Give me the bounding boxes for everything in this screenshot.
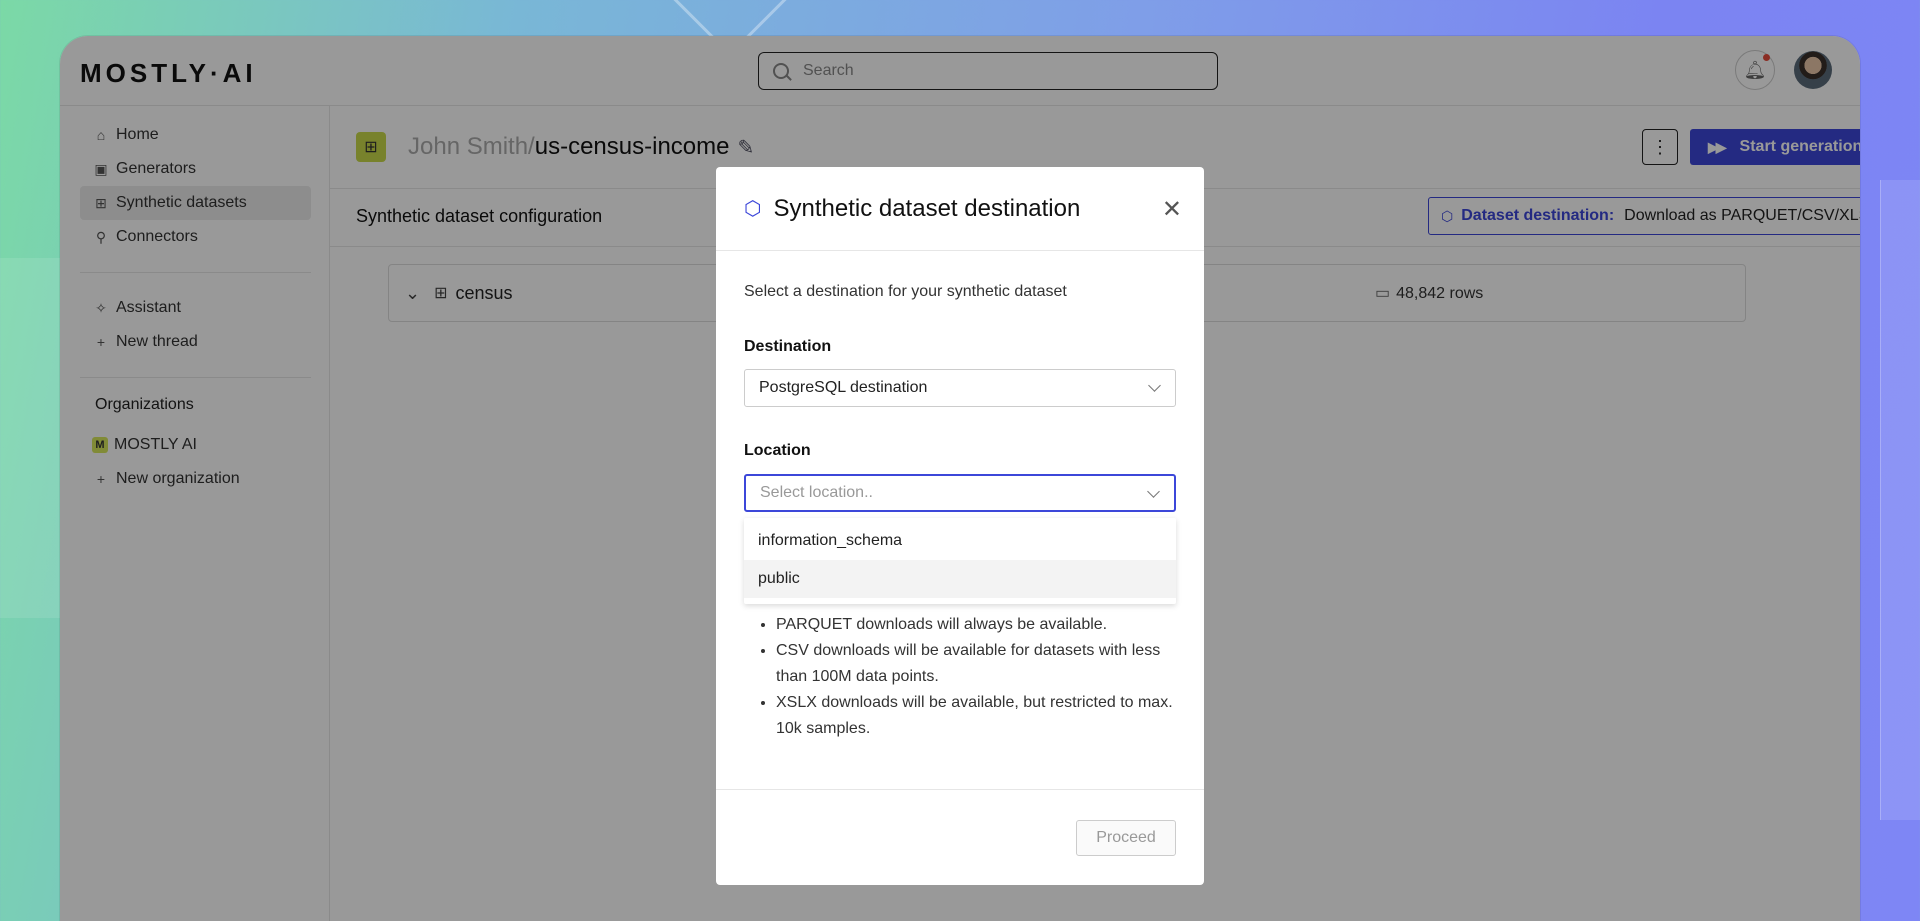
location-section: Location Select location.. information_s… <box>730 438 1192 610</box>
location-placeholder: Select location.. <box>760 484 873 501</box>
close-icon[interactable]: ✕ <box>1162 195 1182 224</box>
destination-label: Destination <box>744 338 832 355</box>
destination-select[interactable]: PostgreSQL destination <box>744 369 1176 407</box>
proceed-button[interactable]: Proceed <box>1076 820 1176 856</box>
modal-title: Synthetic dataset destination <box>773 194 1081 222</box>
background-panel <box>1880 180 1920 820</box>
location-label: Location <box>744 442 811 459</box>
chevron-down-icon <box>1147 485 1160 498</box>
list-item: CSV downloads will be available for data… <box>776 638 1176 690</box>
format-info-list: PARQUET downloads will always be availab… <box>756 612 1176 742</box>
divider <box>716 789 1204 790</box>
modal-subtitle: Select a destination for your synthetic … <box>744 283 1067 300</box>
modal-header: ⬡ Synthetic dataset destination ✕ <box>716 167 1204 251</box>
list-item: XSLX downloads will be available, but re… <box>776 690 1176 742</box>
location-option-information-schema[interactable]: information_schema <box>744 522 1176 560</box>
destination-selected: PostgreSQL destination <box>759 379 928 396</box>
list-item: PARQUET downloads will always be availab… <box>776 612 1176 638</box>
location-dropdown: information_schema public <box>744 518 1176 604</box>
location-select[interactable]: Select location.. <box>744 474 1176 512</box>
chevron-down-icon <box>1148 379 1161 392</box>
destination-section: Destination PostgreSQL destination <box>730 322 1192 426</box>
cube-icon: ⬡ <box>744 198 762 220</box>
modal-body: Select a destination for your synthetic … <box>716 283 1204 301</box>
location-option-public[interactable]: public <box>744 560 1176 598</box>
